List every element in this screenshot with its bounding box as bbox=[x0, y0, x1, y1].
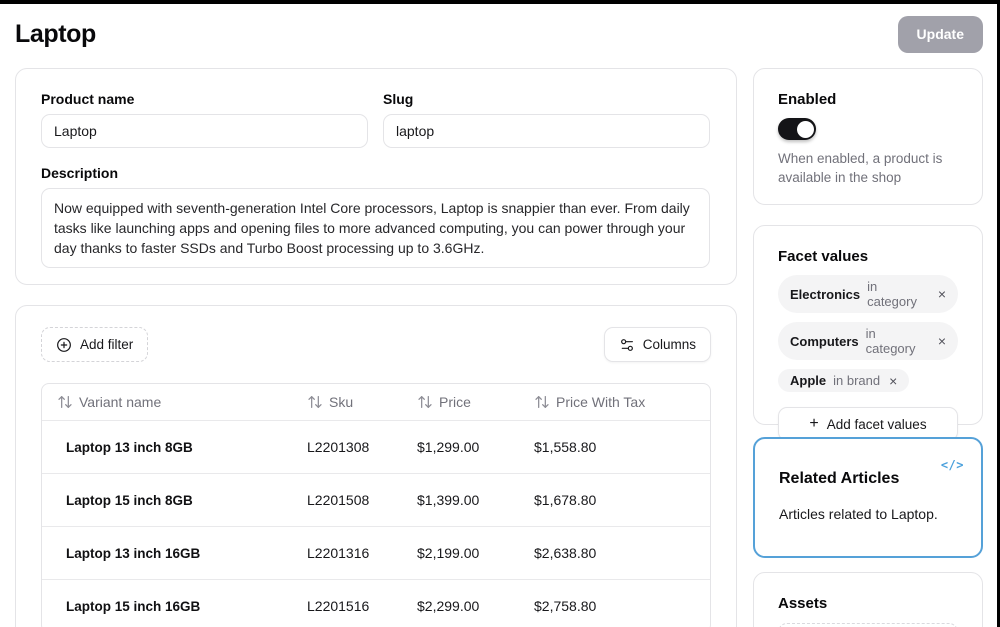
price-cell: $2,299.00 bbox=[405, 598, 522, 614]
slug-field-group: Slug bbox=[383, 91, 710, 148]
price-cell: $1,399.00 bbox=[405, 492, 522, 508]
circle-plus-icon bbox=[56, 337, 72, 353]
enabled-toggle[interactable] bbox=[778, 118, 816, 140]
facet-chip: Computers in category × bbox=[778, 322, 958, 360]
related-articles-title: Related Articles bbox=[779, 470, 957, 488]
description-field-group: Description Now equipped with seventh-ge… bbox=[41, 165, 710, 268]
plus-icon: + bbox=[809, 415, 818, 433]
facet-chip-context: in category bbox=[866, 326, 929, 356]
add-filter-button[interactable]: Add filter bbox=[41, 327, 148, 362]
columns-button[interactable]: Columns bbox=[604, 327, 711, 362]
product-name-input[interactable] bbox=[41, 114, 368, 148]
variant-name-cell: Laptop 15 inch 8GB bbox=[42, 493, 295, 508]
column-header-sku[interactable]: Sku bbox=[295, 394, 405, 410]
facet-chip: Apple in brand × bbox=[778, 369, 909, 392]
product-name-label: Product name bbox=[41, 91, 368, 107]
sidebar: Enabled When enabled, a product is avail… bbox=[753, 68, 983, 627]
column-header-label: Price With Tax bbox=[556, 394, 645, 410]
sort-icon bbox=[417, 394, 433, 410]
page-header: Laptop Update bbox=[15, 15, 983, 53]
main-column: Product name Slug Description Now equipp… bbox=[15, 68, 737, 627]
slug-label: Slug bbox=[383, 91, 710, 107]
assets-title: Assets bbox=[778, 595, 958, 612]
window-top-edge bbox=[0, 0, 1000, 4]
related-articles-card: </> Related Articles Articles related to… bbox=[753, 437, 983, 558]
table-row[interactable]: Laptop 13 inch 8GB L2201308 $1,299.00 $1… bbox=[42, 420, 710, 473]
sku-cell: L2201308 bbox=[295, 439, 405, 455]
facet-values-card: Facet values Electronics in category × C… bbox=[753, 225, 983, 425]
columns-label: Columns bbox=[643, 337, 696, 352]
facet-chip: Electronics in category × bbox=[778, 275, 958, 313]
slug-input[interactable] bbox=[383, 114, 710, 148]
enabled-card: Enabled When enabled, a product is avail… bbox=[753, 68, 983, 205]
sku-cell: L2201516 bbox=[295, 598, 405, 614]
price-with-tax-cell: $2,758.80 bbox=[522, 598, 710, 614]
price-cell: $2,199.00 bbox=[405, 545, 522, 561]
sliders-icon bbox=[619, 337, 635, 353]
facet-chip-context: in category bbox=[867, 279, 929, 309]
table-row[interactable]: Laptop 13 inch 16GB L2201316 $2,199.00 $… bbox=[42, 526, 710, 579]
column-header-variant-name[interactable]: Variant name bbox=[42, 394, 295, 410]
product-form-card: Product name Slug Description Now equipp… bbox=[15, 68, 737, 285]
sku-cell: L2201316 bbox=[295, 545, 405, 561]
sort-icon bbox=[534, 394, 550, 410]
code-icon[interactable]: </> bbox=[941, 458, 964, 472]
column-header-price-with-tax[interactable]: Price With Tax bbox=[522, 394, 710, 410]
close-icon[interactable]: × bbox=[938, 287, 946, 301]
column-header-label: Variant name bbox=[79, 394, 161, 410]
product-name-field-group: Product name bbox=[41, 91, 368, 148]
variant-name-cell: Laptop 13 inch 16GB bbox=[42, 546, 295, 561]
column-header-price[interactable]: Price bbox=[405, 394, 522, 410]
variants-table: Variant name Sku Price Price With T bbox=[41, 383, 711, 627]
sort-icon bbox=[57, 394, 73, 410]
table-row[interactable]: Laptop 15 inch 8GB L2201508 $1,399.00 $1… bbox=[42, 473, 710, 526]
sku-cell: L2201508 bbox=[295, 492, 405, 508]
update-button[interactable]: Update bbox=[898, 16, 983, 53]
add-facet-values-label: Add facet values bbox=[827, 417, 927, 432]
price-with-tax-cell: $1,558.80 bbox=[522, 439, 710, 455]
column-header-label: Price bbox=[439, 394, 471, 410]
related-articles-description: Articles related to Laptop. bbox=[779, 506, 957, 522]
product-detail-page: Laptop Update Product name Slug Descript bbox=[0, 0, 1000, 627]
facet-chip-context: in brand bbox=[833, 373, 880, 388]
toggle-knob bbox=[797, 121, 814, 138]
price-with-tax-cell: $2,638.80 bbox=[522, 545, 710, 561]
close-icon[interactable]: × bbox=[938, 334, 946, 348]
facet-chip-value: Apple bbox=[790, 373, 826, 388]
price-with-tax-cell: $1,678.80 bbox=[522, 492, 710, 508]
page-title: Laptop bbox=[15, 20, 96, 49]
price-cell: $1,299.00 bbox=[405, 439, 522, 455]
description-editor[interactable]: Now equipped with seventh-generation Int… bbox=[41, 188, 710, 268]
enabled-title: Enabled bbox=[778, 91, 958, 108]
table-row[interactable]: Laptop 15 inch 16GB L2201516 $2,299.00 $… bbox=[42, 579, 710, 627]
assets-card: Assets bbox=[753, 572, 983, 627]
asset-dropzone[interactable] bbox=[778, 623, 958, 627]
facet-chip-value: Electronics bbox=[790, 287, 860, 302]
table-header-row: Variant name Sku Price Price With T bbox=[42, 384, 710, 420]
variants-toolbar: Add filter Columns bbox=[41, 327, 711, 362]
variant-name-cell: Laptop 15 inch 16GB bbox=[42, 599, 295, 614]
facet-values-title: Facet values bbox=[778, 248, 958, 265]
description-label: Description bbox=[41, 165, 710, 181]
variants-card: Add filter Columns Variant name bbox=[15, 305, 737, 627]
close-icon[interactable]: × bbox=[889, 374, 897, 388]
enabled-description: When enabled, a product is available in … bbox=[778, 149, 958, 187]
sort-icon bbox=[307, 394, 323, 410]
add-facet-values-button[interactable]: + Add facet values bbox=[778, 407, 958, 441]
facet-chip-value: Computers bbox=[790, 334, 859, 349]
column-header-label: Sku bbox=[329, 394, 353, 410]
add-filter-label: Add filter bbox=[80, 337, 133, 352]
variant-name-cell: Laptop 13 inch 8GB bbox=[42, 440, 295, 455]
